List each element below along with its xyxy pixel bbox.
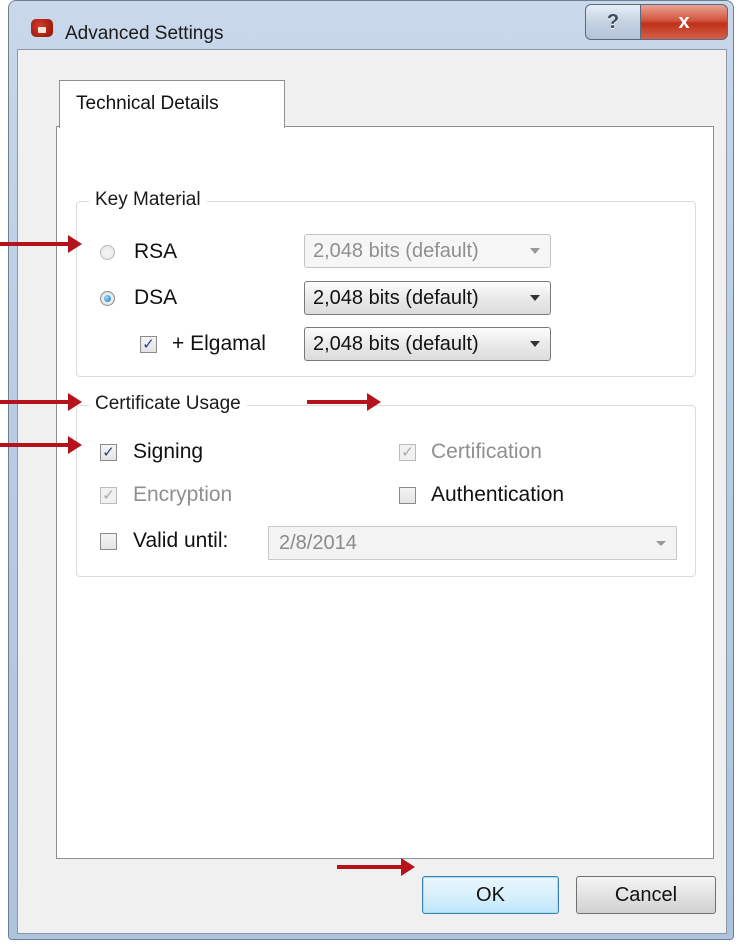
background-edge — [0, 0, 6, 945]
cancel-button[interactable]: Cancel — [576, 876, 716, 914]
window-title: Advanced Settings — [65, 23, 224, 44]
chevron-down-icon — [530, 248, 540, 254]
tab-panel: Key Material RSA 2,048 bits (default) DS… — [56, 126, 714, 859]
annotation-arrow-ok — [337, 858, 415, 876]
valid-until-date-value: 2/8/2014 — [279, 532, 357, 554]
chevron-down-icon — [530, 295, 540, 301]
annotation-arrow-certification — [307, 393, 381, 411]
elgamal-checkbox[interactable]: ✓ — [140, 336, 157, 353]
dsa-key-size-select[interactable]: 2,048 bits (default) — [304, 281, 551, 315]
certification-label: Certification — [431, 440, 542, 463]
certificate-usage-group: Certificate Usage ✓ Signing ✓ Certificat… — [76, 393, 696, 577]
ok-button[interactable]: OK — [422, 876, 559, 914]
help-icon: ? — [606, 10, 620, 33]
cancel-button-label: Cancel — [614, 883, 678, 906]
title-bar[interactable]: Advanced Settings ? x — [9, 1, 733, 44]
rsa-radio[interactable] — [100, 245, 115, 260]
annotation-arrow-signing — [0, 393, 82, 411]
ok-button-label: OK — [476, 883, 505, 906]
rsa-key-size-value: 2,048 bits (default) — [313, 240, 479, 262]
key-material-group: Key Material RSA 2,048 bits (default) DS… — [76, 189, 696, 377]
tab-label: Technical Details — [76, 93, 219, 114]
authentication-checkbox[interactable] — [399, 487, 416, 504]
chevron-down-icon — [530, 341, 540, 347]
dialog-window: Advanced Settings ? x Technical Details … — [8, 0, 734, 940]
dsa-key-size-value: 2,048 bits (default) — [313, 287, 479, 309]
app-icon — [31, 19, 53, 37]
elgamal-label: + Elgamal — [172, 332, 266, 355]
certification-checkbox[interactable]: ✓ — [399, 444, 416, 461]
key-material-title: Key Material — [89, 189, 207, 211]
dsa-radio[interactable] — [100, 291, 115, 306]
encryption-checkbox[interactable]: ✓ — [100, 487, 117, 504]
valid-until-date-picker[interactable]: 2/8/2014 — [268, 526, 677, 560]
certificate-usage-title: Certificate Usage — [89, 393, 247, 415]
tab-technical-details[interactable]: Technical Details — [59, 80, 285, 128]
rsa-key-size-select[interactable]: 2,048 bits (default) — [304, 234, 551, 268]
dialog-body: Technical Details Key Material RSA 2,048… — [17, 49, 727, 934]
signing-label: Signing — [133, 440, 204, 463]
annotation-arrow-encryption — [0, 436, 82, 454]
help-button[interactable]: ? — [585, 4, 641, 40]
encryption-label: Encryption — [133, 483, 233, 506]
signing-checkbox[interactable]: ✓ — [100, 444, 117, 461]
rsa-label: RSA — [134, 240, 178, 263]
close-button[interactable]: x — [640, 4, 728, 40]
elgamal-key-size-select[interactable]: 2,048 bits (default) — [304, 327, 551, 361]
valid-until-checkbox[interactable] — [100, 533, 117, 550]
valid-until-label: Valid until: — [133, 529, 229, 552]
annotation-arrow-dsa — [0, 235, 82, 253]
chevron-down-icon — [656, 541, 666, 546]
authentication-label: Authentication — [431, 483, 565, 506]
close-icon: x — [678, 10, 690, 33]
elgamal-key-size-value: 2,048 bits (default) — [313, 333, 479, 355]
dsa-label: DSA — [134, 286, 178, 309]
